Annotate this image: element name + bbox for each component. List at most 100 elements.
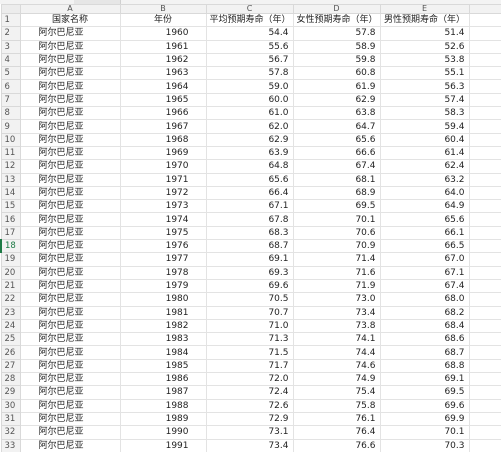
cell-male-life[interactable]: 69.5: [379, 385, 470, 400]
cell-avg-life[interactable]: 67.1: [205, 199, 294, 214]
empty-cell[interactable]: [468, 345, 501, 360]
empty-cell[interactable]: [468, 26, 501, 41]
cell-avg-life[interactable]: 71.5: [205, 345, 294, 360]
cell-country[interactable]: 阿尔巴尼亚: [19, 411, 121, 427]
cell-avg-life[interactable]: 67.8: [205, 212, 294, 227]
empty-cell[interactable]: [468, 332, 501, 347]
row-number[interactable]: 1: [0, 12, 21, 28]
cell-female-life[interactable]: 67.4: [292, 159, 381, 174]
empty-cell[interactable]: [468, 199, 501, 214]
cell-country[interactable]: 阿尔巴尼亚: [19, 278, 121, 294]
cell-female-life[interactable]: 71.6: [292, 265, 381, 280]
empty-cell[interactable]: [468, 372, 501, 387]
row-number[interactable]: 17: [0, 225, 21, 241]
cell-male-life[interactable]: 68.4: [379, 318, 470, 334]
cell-year[interactable]: 1983: [119, 332, 207, 347]
row-number[interactable]: 21: [0, 278, 21, 294]
cell-male-life[interactable]: 70.3: [379, 438, 470, 452]
cell-year[interactable]: 1963: [119, 66, 207, 81]
cell-year[interactable]: 1976: [119, 239, 207, 254]
column-header-c[interactable]: C: [205, 4, 294, 14]
cell-year[interactable]: 1974: [119, 212, 207, 227]
cell-female-life[interactable]: 73.4: [292, 305, 381, 320]
empty-cell[interactable]: [468, 318, 501, 334]
cell-male-life[interactable]: 67.1: [379, 265, 470, 280]
empty-cell[interactable]: [468, 145, 501, 161]
cell-country[interactable]: 阿尔巴尼亚: [19, 318, 121, 334]
row-number[interactable]: 19: [0, 252, 21, 267]
select-all-corner[interactable]: [0, 4, 21, 14]
cell-avg-life[interactable]: 62.9: [205, 132, 294, 147]
row-number[interactable]: 9: [0, 119, 21, 134]
cell-country[interactable]: 阿尔巴尼亚: [19, 119, 121, 134]
cell-male-life[interactable]: 68.0: [379, 292, 470, 307]
empty-cell[interactable]: [468, 278, 501, 294]
cell-female-life[interactable]: 68.9: [292, 185, 381, 201]
cell-male-life[interactable]: 58.3: [379, 106, 470, 121]
empty-cell[interactable]: [468, 411, 501, 427]
cell-male-life[interactable]: 65.6: [379, 212, 470, 227]
cell-year[interactable]: 1987: [119, 385, 207, 400]
cell-year[interactable]: 1977: [119, 252, 207, 267]
empty-cell[interactable]: [468, 265, 501, 280]
cell-female-life[interactable]: 73.0: [292, 292, 381, 307]
row-number[interactable]: 11: [0, 145, 21, 161]
row-number[interactable]: 6: [0, 79, 21, 94]
column-header-a[interactable]: A: [19, 4, 121, 14]
row-number[interactable]: 23: [0, 305, 21, 320]
cell-male-life[interactable]: 64.0: [379, 185, 470, 201]
cell-avg-life[interactable]: 59.0: [205, 79, 294, 94]
empty-cell[interactable]: [468, 292, 501, 307]
cell-country[interactable]: 阿尔巴尼亚: [19, 79, 121, 94]
cell-year[interactable]: 1985: [119, 358, 207, 374]
cell-avg-life[interactable]: 69.3: [205, 265, 294, 280]
cell-avg-life[interactable]: 69.1: [205, 252, 294, 267]
cell-female-life[interactable]: 57.8: [292, 26, 381, 41]
cell-avg-life[interactable]: 72.6: [205, 398, 294, 413]
cell-male-life[interactable]: 59.4: [379, 119, 470, 134]
row-number[interactable]: 2: [0, 26, 21, 41]
header-cell-year[interactable]: 年份: [119, 12, 207, 28]
cell-country[interactable]: 阿尔巴尼亚: [19, 172, 121, 187]
cell-country[interactable]: 阿尔巴尼亚: [19, 132, 121, 147]
empty-cell[interactable]: [468, 79, 501, 94]
cell-male-life[interactable]: 70.1: [379, 425, 470, 440]
cell-female-life[interactable]: 70.6: [292, 225, 381, 241]
empty-cell[interactable]: [468, 12, 501, 28]
cell-female-life[interactable]: 65.6: [292, 132, 381, 147]
row-number[interactable]: 22: [0, 292, 21, 307]
cell-country[interactable]: 阿尔巴尼亚: [19, 52, 121, 68]
row-number[interactable]: 25: [0, 332, 21, 347]
cell-avg-life[interactable]: 71.0: [205, 318, 294, 334]
cell-year[interactable]: 1979: [119, 278, 207, 294]
column-header-f[interactable]: [468, 4, 501, 14]
empty-cell[interactable]: [468, 39, 501, 54]
cell-female-life[interactable]: 61.9: [292, 79, 381, 94]
empty-cell[interactable]: [468, 385, 501, 400]
column-header-e[interactable]: E: [379, 4, 470, 14]
row-number[interactable]: 29: [0, 385, 21, 400]
cell-female-life[interactable]: 59.8: [292, 52, 381, 68]
row-number[interactable]: 8: [0, 106, 21, 121]
empty-cell[interactable]: [468, 106, 501, 121]
cell-year[interactable]: 1960: [119, 26, 207, 41]
cell-avg-life[interactable]: 71.7: [205, 358, 294, 374]
cell-female-life[interactable]: 70.1: [292, 212, 381, 227]
row-number[interactable]: 7: [0, 92, 21, 108]
cell-male-life[interactable]: 69.9: [379, 411, 470, 427]
cell-year[interactable]: 1970: [119, 159, 207, 174]
cell-country[interactable]: 阿尔巴尼亚: [19, 39, 121, 54]
cell-male-life[interactable]: 56.3: [379, 79, 470, 94]
row-number[interactable]: 14: [0, 185, 21, 201]
row-number[interactable]: 20: [0, 265, 21, 280]
cell-country[interactable]: 阿尔巴尼亚: [19, 305, 121, 320]
empty-cell[interactable]: [468, 172, 501, 187]
empty-cell[interactable]: [468, 66, 501, 81]
cell-male-life[interactable]: 52.6: [379, 39, 470, 54]
cell-year[interactable]: 1966: [119, 106, 207, 121]
cell-country[interactable]: 阿尔巴尼亚: [19, 106, 121, 121]
empty-cell[interactable]: [468, 159, 501, 174]
cell-avg-life[interactable]: 66.4: [205, 185, 294, 201]
row-number[interactable]: 12: [0, 159, 21, 174]
empty-cell[interactable]: [468, 225, 501, 241]
